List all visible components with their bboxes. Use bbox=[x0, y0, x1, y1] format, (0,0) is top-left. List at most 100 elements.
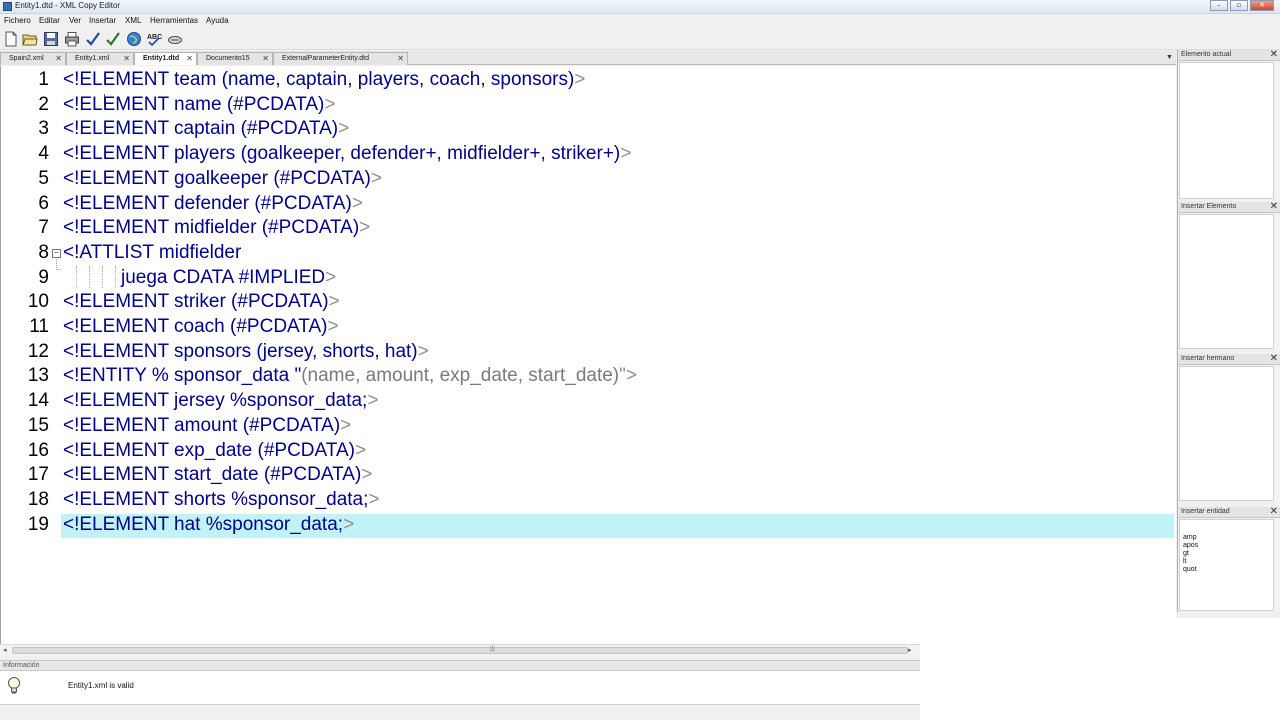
code-closing-bracket: > bbox=[361, 464, 373, 485]
scroll-left-icon[interactable]: ◂ bbox=[3, 646, 7, 654]
code-line[interactable]: <!ELEMENT shorts %sponsor_data;> bbox=[63, 489, 380, 511]
code-editor[interactable]: 1 2 3 4 5 6 7 8 9 10 11 12 13 14 15 16 17 18 19 − <!ELEMEN… bbox=[0, 66, 1176, 644]
tab-documento15[interactable]: Documento15 ✕ bbox=[197, 52, 273, 65]
code-line[interactable]: <!ELEMENT amount (#PCDATA)> bbox=[63, 415, 351, 437]
tab-entity1-xml[interactable]: Entity1.xml ✕ bbox=[66, 52, 134, 65]
entity-item-lt[interactable]: lt bbox=[1183, 558, 1187, 565]
tab-close-icon[interactable]: ✕ bbox=[397, 54, 404, 63]
code-line[interactable]: <!ELEMENT jersey %sponsor_data;> bbox=[63, 390, 378, 412]
entity-item-gt[interactable]: gt bbox=[1183, 550, 1189, 557]
tab-close-icon[interactable]: ✕ bbox=[186, 54, 193, 63]
code-line[interactable]: <!ELEMENT start_date (#PCDATA)> bbox=[63, 464, 372, 486]
validate-icon[interactable] bbox=[105, 31, 121, 47]
code-tag-text: <!ELEMENT jersey %sponsor_data; bbox=[63, 390, 368, 411]
panel-scrollbar[interactable] bbox=[1274, 213, 1280, 352]
menu-fichero[interactable]: Fichero bbox=[4, 16, 31, 25]
code-line[interactable]: <!ELEMENT captain (#PCDATA)> bbox=[63, 118, 349, 140]
panel-header: Insertar Elemento ✕ bbox=[1178, 201, 1280, 213]
code-closing-bracket: > bbox=[340, 415, 352, 436]
line-number: 13 bbox=[27, 365, 49, 386]
code-closing-bracket: > bbox=[417, 341, 429, 362]
code-line[interactable]: <!ELEMENT exp_date (#PCDATA)> bbox=[63, 440, 366, 462]
code-line[interactable]: <!ELEMENT coach (#PCDATA)> bbox=[63, 316, 339, 338]
panel-close-icon[interactable]: ✕ bbox=[1270, 201, 1278, 212]
panel-close-icon[interactable]: ✕ bbox=[1270, 506, 1278, 517]
code-line[interactable]: juega CDATA #IMPLIED> bbox=[121, 267, 336, 289]
status-bar bbox=[0, 704, 920, 720]
line-number: 3 bbox=[38, 118, 49, 139]
tab-list-dropdown-icon[interactable]: ▼ bbox=[1166, 54, 1173, 61]
tab-entity1-dtd[interactable]: Entity1.dtd ✕ bbox=[134, 52, 197, 65]
menu-insertar[interactable]: Insertar bbox=[89, 16, 116, 25]
menu-ver[interactable]: Ver bbox=[69, 16, 81, 25]
code-line[interactable]: <!ELEMENT team (name, captain, players, … bbox=[63, 69, 585, 91]
scrollbar-thumb[interactable] bbox=[12, 647, 908, 654]
indent-guide bbox=[115, 266, 116, 288]
code-line[interactable]: <!ELEMENT name (#PCDATA)> bbox=[63, 94, 335, 116]
menu-herramientas[interactable]: Herramientas bbox=[150, 16, 198, 25]
line-number: 17 bbox=[27, 464, 49, 485]
check-wellformed-icon[interactable] bbox=[85, 31, 101, 47]
entity-item-amp[interactable]: amp bbox=[1183, 534, 1197, 541]
tab-label: Documento15 bbox=[206, 55, 250, 62]
menu-xml[interactable]: XML bbox=[125, 16, 141, 25]
code-line[interactable]: <!ATTLIST midfielder bbox=[63, 242, 241, 264]
info-panel-header: Información bbox=[0, 660, 920, 671]
code-closing-bracket: > bbox=[620, 143, 632, 164]
horizontal-scrollbar[interactable]: ◂ ||| ▸ bbox=[0, 644, 920, 656]
blank-area bbox=[920, 618, 1280, 720]
code-line[interactable]: <!ELEMENT striker (#PCDATA)> bbox=[63, 291, 340, 313]
entity-item-apos[interactable]: apos bbox=[1183, 542, 1198, 549]
code-closing-bracket: > bbox=[367, 390, 379, 411]
close-window-button[interactable]: ✕ bbox=[1250, 0, 1274, 11]
browser-icon[interactable] bbox=[126, 31, 142, 47]
panel-scrollbar[interactable] bbox=[1274, 518, 1280, 612]
spellcheck-icon[interactable]: ABC bbox=[146, 31, 162, 47]
code-tag-text: <!ELEMENT coach (#PCDATA) bbox=[63, 316, 328, 337]
tab-close-icon[interactable]: ✕ bbox=[123, 54, 130, 63]
line-number: 7 bbox=[38, 217, 49, 238]
panel-scrollbar[interactable] bbox=[1274, 365, 1280, 504]
panel-close-icon[interactable]: ✕ bbox=[1270, 353, 1278, 364]
panel-close-icon[interactable]: ✕ bbox=[1270, 49, 1278, 60]
code-line[interactable]: <!ELEMENT players (goalkeeper, defender+… bbox=[63, 143, 631, 165]
code-closing-bracket: > bbox=[370, 168, 382, 189]
minimize-button[interactable]: – bbox=[1210, 0, 1228, 11]
code-closing-bracket: > bbox=[368, 489, 380, 510]
menu-editar[interactable]: Editar bbox=[39, 16, 60, 25]
panel-scrollbar[interactable] bbox=[1274, 61, 1280, 200]
open-folder-icon[interactable] bbox=[22, 31, 38, 47]
code-tag-text: <!ELEMENT start_date (#PCDATA) bbox=[63, 464, 362, 485]
code-line[interactable]: <!ELEMENT hat %sponsor_data;> bbox=[63, 514, 354, 536]
tab-spain2-xml[interactable]: Spain2.xml ✕ bbox=[0, 52, 66, 65]
maximize-button[interactable]: ▫ bbox=[1230, 0, 1248, 11]
entity-item-quot[interactable]: quot bbox=[1183, 566, 1197, 573]
code-tag-text: <!ELEMENT exp_date (#PCDATA) bbox=[63, 440, 355, 461]
xpath-icon[interactable] bbox=[167, 31, 183, 47]
sidebar: Elemento actual ✕ Insertar Elemento ✕ In… bbox=[1177, 49, 1280, 612]
new-file-icon[interactable] bbox=[3, 31, 19, 47]
menu-ayuda[interactable]: Ayuda bbox=[206, 16, 229, 25]
code-line[interactable]: <!ENTITY % sponsor_data "(name, amount, … bbox=[63, 365, 637, 387]
tab-externalparameterentity-dtd[interactable]: ExternalParameterEntity.dtd ✕ bbox=[273, 52, 408, 65]
tab-label: Entity1.xml bbox=[75, 55, 110, 62]
code-tag-text: <!ELEMENT team (name, captain, players, … bbox=[63, 69, 575, 90]
indent-guide bbox=[102, 266, 103, 288]
code-tag-text: <!ENTITY % sponsor_data " bbox=[63, 365, 302, 386]
fold-toggle-icon[interactable]: − bbox=[52, 249, 61, 258]
tab-close-icon[interactable]: ✕ bbox=[262, 54, 269, 63]
code-line[interactable]: <!ELEMENT defender (#PCDATA)> bbox=[63, 193, 363, 215]
scroll-right-icon[interactable]: ▸ bbox=[908, 646, 912, 654]
print-icon[interactable] bbox=[64, 31, 80, 47]
code-closing-bracket: > bbox=[325, 267, 337, 288]
save-icon[interactable] bbox=[43, 31, 59, 47]
code-line[interactable]: <!ELEMENT goalkeeper (#PCDATA)> bbox=[63, 168, 382, 190]
tab-label: Spain2.xml bbox=[9, 55, 44, 62]
window-title: Entity1.dtd - XML Copy Editor bbox=[15, 1, 121, 10]
code-closing-bracket: > bbox=[327, 316, 339, 337]
xml-copy-editor-window: Entity1.dtd - XML Copy Editor – ▫ ✕ Fich… bbox=[0, 0, 1280, 720]
line-number: 6 bbox=[38, 193, 49, 214]
code-line[interactable]: <!ELEMENT sponsors (jersey, shorts, hat)… bbox=[63, 341, 429, 363]
tab-close-icon[interactable]: ✕ bbox=[55, 54, 62, 63]
code-line[interactable]: <!ELEMENT midfielder (#PCDATA)> bbox=[63, 217, 370, 239]
